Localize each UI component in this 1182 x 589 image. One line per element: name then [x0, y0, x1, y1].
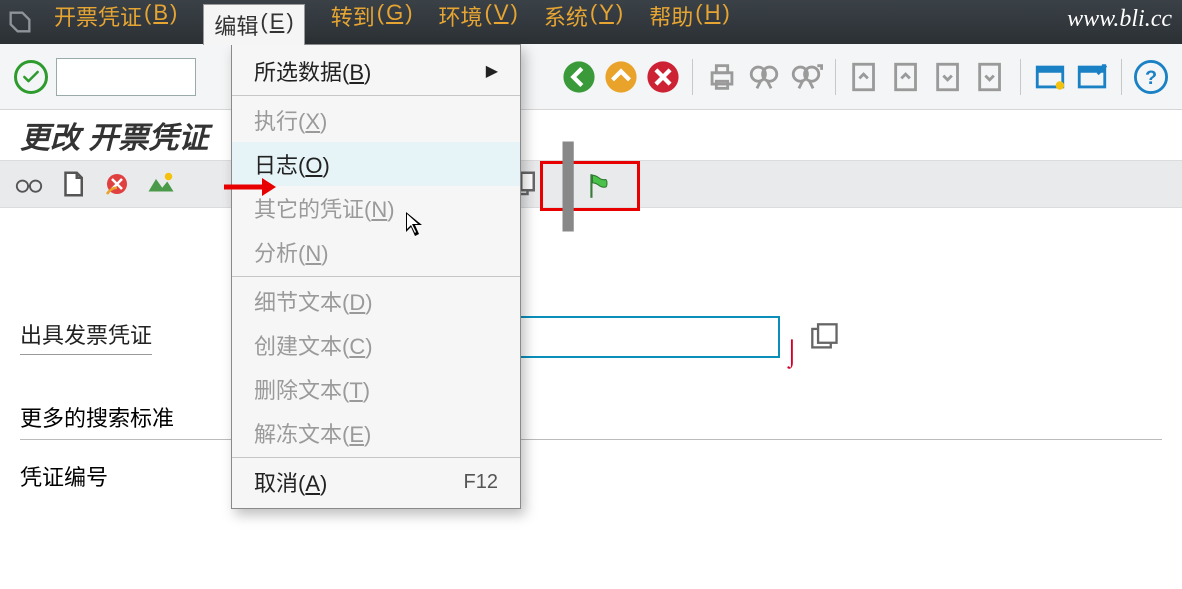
more-criteria-label: 更多的搜索标准	[20, 401, 1162, 440]
toolbar-separator	[835, 59, 836, 95]
invoice-doc-label: 出具发票凭证	[20, 318, 152, 355]
delete-icon[interactable]	[102, 169, 132, 199]
dd-separator	[232, 276, 520, 277]
dd-cancel[interactable]: 取消(A) F12	[232, 460, 520, 504]
menu-system[interactable]: 系统(Y)	[544, 0, 623, 45]
content-area: 出具发票凭证 ⌐ ⌡ 更多的搜索标准 凭证编号	[0, 208, 1182, 504]
doc-number-label: 凭证编号	[20, 460, 108, 492]
find-icon[interactable]	[747, 60, 781, 94]
layout-icon[interactable]	[1075, 60, 1109, 94]
back-icon[interactable]	[562, 60, 596, 94]
new-doc-icon[interactable]	[58, 169, 88, 199]
dd-separator	[232, 95, 520, 96]
menu-environment[interactable]: 环境(V)	[439, 0, 518, 45]
release-flag-highlight	[540, 161, 640, 211]
toolbar-separator	[1020, 59, 1021, 95]
glasses-icon[interactable]	[14, 169, 44, 199]
toolbar-separator	[1121, 59, 1122, 95]
first-page-icon[interactable]	[848, 60, 882, 94]
dd-analyze[interactable]: 分析(N)	[232, 230, 520, 274]
new-session-icon[interactable]	[1033, 60, 1067, 94]
page-title: 更改 开票凭证	[0, 110, 1182, 160]
edit-dropdown: 所选数据(B) ▶ 执行(X) 日志(O) 其它的凭证(N) 分析(N) 细节文…	[231, 44, 521, 509]
bracket-right-icon: ⌡	[780, 337, 804, 368]
toolbar-separator	[692, 59, 693, 95]
overview-icon[interactable]	[146, 169, 176, 199]
release-flag-icon[interactable]	[585, 171, 615, 201]
sap-icon	[6, 8, 34, 36]
svg-text:?: ?	[1145, 67, 1157, 89]
last-page-icon[interactable]	[974, 60, 1008, 94]
dd-separator	[232, 457, 520, 458]
chevron-right-icon: ▶	[486, 61, 498, 81]
find-next-icon[interactable]	[789, 60, 823, 94]
dd-execute[interactable]: 执行(X)	[232, 98, 520, 142]
dd-other-doc[interactable]: 其它的凭证(N)	[232, 186, 520, 230]
divider-icon	[555, 171, 585, 201]
dd-detail-text[interactable]: 细节文本(D)	[232, 279, 520, 323]
command-field[interactable]	[56, 58, 196, 96]
prev-page-icon[interactable]	[890, 60, 924, 94]
dd-unfreeze-text[interactable]: 解冻文本(E)	[232, 411, 520, 455]
ok-icon[interactable]	[14, 60, 48, 94]
standard-toolbar: ?	[0, 44, 1182, 110]
dd-delete-text[interactable]: 删除文本(T)	[232, 367, 520, 411]
watermark: www.bli.cc	[1067, 6, 1172, 33]
menu-goto[interactable]: 转到(G)	[331, 0, 413, 45]
cancel-icon[interactable]	[646, 60, 680, 94]
menu-invoice-voucher[interactable]: 开票凭证(B)	[54, 0, 177, 45]
dd-selected-data[interactable]: 所选数据(B) ▶	[232, 49, 520, 93]
multiple-selection-icon[interactable]	[810, 322, 840, 352]
print-icon[interactable]	[705, 60, 739, 94]
dd-create-text[interactable]: 创建文本(C)	[232, 323, 520, 367]
help-icon[interactable]: ?	[1134, 60, 1168, 94]
up-icon[interactable]	[604, 60, 638, 94]
menu-help[interactable]: 帮助(H)	[649, 0, 730, 45]
menubar: 开票凭证(B) 编辑(E) 转到(G) 环境(V) 系统(Y) 帮助(H) ww…	[0, 0, 1182, 44]
dd-log[interactable]: 日志(O)	[232, 142, 520, 186]
next-page-icon[interactable]	[932, 60, 966, 94]
app-toolbar	[0, 160, 1182, 208]
menu-edit[interactable]: 编辑(E)	[203, 4, 304, 45]
